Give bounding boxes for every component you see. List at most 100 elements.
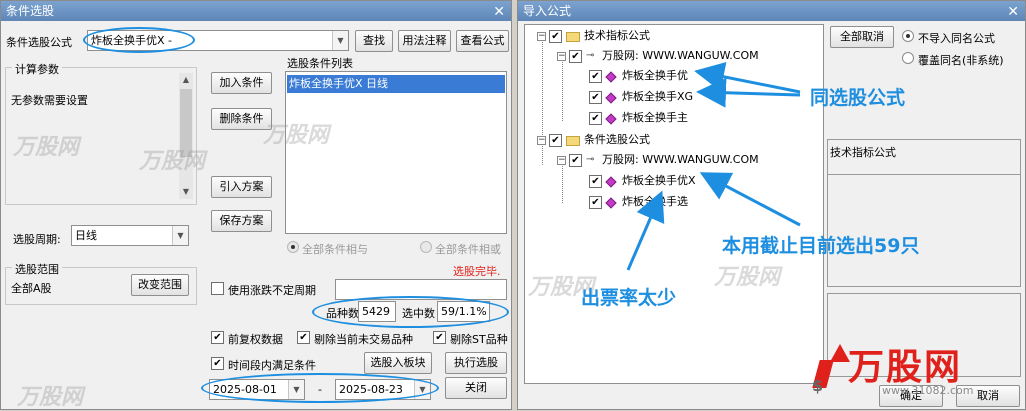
save-scheme-button[interactable]: 保存方案 (211, 210, 272, 232)
tree-item[interactable]: 炸板全换手主 (622, 110, 688, 126)
to-block-button[interactable]: 选股入板块 (364, 352, 432, 374)
view-formula-button[interactable]: 查看公式 (456, 30, 509, 52)
key-icon: ⊸ (586, 50, 595, 61)
info-divider (828, 174, 1020, 175)
radio-and[interactable] (287, 241, 299, 253)
close-button[interactable]: 关闭 (445, 377, 507, 399)
condition-list[interactable]: 炸板全换手优X 日线 (285, 71, 507, 234)
close-icon[interactable]: ✕ (1007, 2, 1019, 22)
annotation-low-rate: 出票率太少 (581, 287, 677, 309)
period-label: 选股周期: (13, 233, 61, 246)
tree-checkbox[interactable]: ✔ (589, 112, 602, 125)
tree-item[interactable]: 炸板全换手优 (622, 68, 688, 84)
window-title: 导入公式 (523, 4, 572, 18)
tree-checkbox[interactable]: ✔ (589, 70, 602, 83)
formula-highlight (83, 27, 195, 53)
use-period-checkbox[interactable] (211, 282, 224, 295)
tree-checkbox[interactable]: ✔ (569, 154, 582, 167)
collapse-icon[interactable]: − (537, 136, 546, 145)
remove-st-label: 剔除ST品种 (450, 333, 508, 346)
title-bar: 条件选股 ✕ (1, 1, 511, 21)
tree-line (542, 39, 543, 141)
formula-icon (605, 176, 617, 188)
tree-line (562, 59, 563, 121)
remove-untraded-checkbox[interactable]: ✔ (297, 331, 310, 344)
watermark-brand-1: 万股网 (13, 135, 80, 160)
formula-icon (605, 197, 617, 209)
range-value: 全部A股 (11, 282, 52, 295)
info-text: 技术指标公式 (830, 146, 896, 159)
cancel-all-button[interactable]: 全部取消 (830, 26, 894, 48)
tree-checkbox[interactable]: ✔ (549, 30, 562, 43)
change-range-button[interactable]: 改变范围 (131, 274, 189, 296)
condition-stock-window: 条件选股 ✕ 条件选股公式 炸板全换手优X - ▼ 查找 用法注释 查看公式 计… (0, 0, 512, 410)
logo-url: www.31082.com (882, 384, 974, 397)
window-title: 条件选股 (6, 4, 55, 18)
scroll-down-icon[interactable]: ▼ (179, 185, 193, 199)
formula-icon (605, 113, 617, 125)
tree-line (562, 163, 563, 203)
watermark-brand-4: 万股网 (17, 385, 84, 410)
no-params-text: 无参数需要设置 (11, 94, 88, 107)
tree-root-condition[interactable]: 条件选股公式 (584, 132, 650, 148)
formula-icon (605, 92, 617, 104)
add-condition-button[interactable]: 加入条件 (211, 72, 272, 94)
tree-site-1[interactable]: 万股网: WWW.WANGUW.COM (602, 48, 759, 64)
tree-line (542, 143, 543, 165)
import-scheme-button[interactable]: 引入方案 (211, 176, 272, 198)
logo-text: 万股网 (848, 347, 963, 388)
timespan-checkbox[interactable]: ✔ (211, 357, 224, 370)
radio-no-import-label: 不导入同名公式 (918, 32, 995, 45)
period-select[interactable]: 日线 ▼ (71, 225, 189, 246)
chevron-down-icon[interactable]: ▼ (332, 31, 348, 50)
adjust-label: 前复权数据 (228, 333, 283, 346)
radio-or[interactable] (420, 241, 432, 253)
radio-no-import[interactable] (902, 30, 914, 42)
use-period-label: 使用涨跌不定周期 (228, 284, 316, 297)
collapse-icon[interactable]: − (557, 156, 566, 165)
tree-checkbox[interactable]: ✔ (589, 91, 602, 104)
chevron-down-icon[interactable]: ▼ (172, 226, 188, 245)
close-icon[interactable]: ✕ (493, 2, 505, 22)
radio-and-label: 全部条件相与 (302, 243, 368, 256)
formula-label: 条件选股公式 (6, 36, 72, 49)
title-bar: 导入公式 ✕ (518, 1, 1025, 21)
info-panel: 技术指标公式 (827, 139, 1021, 287)
radio-or-label: 全部条件相或 (435, 243, 501, 256)
condition-list-label: 选股条件列表 (287, 57, 353, 70)
radio-overwrite[interactable] (902, 52, 914, 64)
tree-site-2[interactable]: 万股网: WWW.WANGUW.COM (602, 152, 759, 168)
adjust-checkbox[interactable]: ✔ (211, 331, 224, 344)
scroll-up-icon[interactable]: ▲ (179, 73, 193, 87)
status-text: 选股完毕. (453, 265, 501, 278)
folder-icon (566, 32, 580, 42)
key-icon: ⊸ (586, 154, 595, 165)
tree-checkbox[interactable]: ✔ (549, 134, 562, 147)
count-highlight (312, 296, 509, 328)
range-group-label: 选股范围 (12, 261, 62, 277)
find-button[interactable]: 查找 (355, 30, 393, 52)
tree-checkbox[interactable]: ✔ (589, 175, 602, 188)
list-item[interactable]: 炸板全换手优X 日线 (287, 75, 505, 93)
params-group-label: 计算参数 (12, 61, 62, 77)
watermark-brand-6: 万股网 (714, 265, 781, 290)
collapse-icon[interactable]: − (557, 52, 566, 61)
folder-icon (566, 136, 580, 146)
remove-st-checkbox[interactable]: ✔ (433, 331, 446, 344)
tree-root-tech[interactable]: 技术指标公式 (584, 28, 650, 44)
usage-button[interactable]: 用法注释 (398, 30, 451, 52)
tree-checkbox[interactable]: ✔ (569, 50, 582, 63)
annotation-selected-59: 本用截止目前选出59只 (722, 235, 920, 257)
watermark-brand-2: 万股网 (139, 149, 206, 174)
params-scrollbar[interactable]: ▲ ▼ (179, 73, 193, 199)
formula-tree[interactable]: − ✔ 技术指标公式 − ✔ ⊸ 万股网: WWW.WANGUW.COM ✔ 炸… (524, 24, 824, 384)
date-highlight (201, 373, 439, 403)
tree-item[interactable]: 炸板全换手选 (622, 194, 688, 210)
collapse-icon[interactable]: − (537, 32, 546, 41)
run-selection-button[interactable]: 执行选股 (445, 352, 507, 374)
formula-icon (605, 71, 617, 83)
tree-item[interactable]: 炸板全换手XG (622, 89, 693, 105)
tree-checkbox[interactable]: ✔ (589, 196, 602, 209)
tree-item[interactable]: 炸板全换手优X (622, 173, 696, 189)
watermark-brand-3: 万股网 (263, 123, 330, 148)
